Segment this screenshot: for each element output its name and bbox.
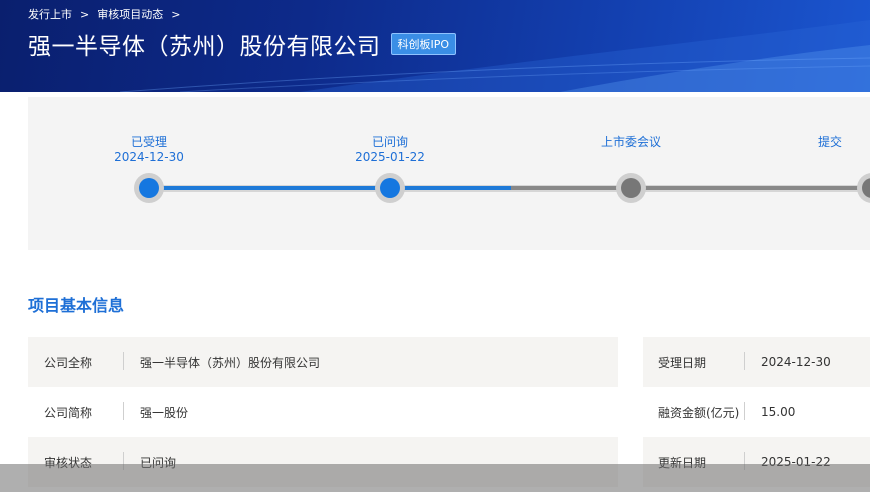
info-key: 公司简称 bbox=[28, 401, 124, 421]
bottom-overlay bbox=[0, 464, 870, 492]
progress-remaining bbox=[511, 186, 870, 190]
stage-1-label: 已受理 2024-12-30 bbox=[89, 135, 209, 165]
info-row: 公司简称 强一股份 bbox=[28, 387, 618, 437]
header-banner: 发行上市 > 审核项目动态 > 强一半导体（苏州）股份有限公司 科创板IPO bbox=[0, 0, 870, 92]
info-value: 强一半导体（苏州）股份有限公司 bbox=[140, 355, 321, 370]
breadcrumb-separator-icon: > bbox=[171, 7, 181, 21]
info-row: 公司全称 强一半导体（苏州）股份有限公司 bbox=[28, 337, 618, 387]
info-value: 15.00 bbox=[761, 405, 796, 419]
stage-3-name: 上市委会议 bbox=[600, 135, 661, 149]
section-title: 项目基本信息 bbox=[28, 296, 125, 315]
stage-1-node bbox=[134, 173, 164, 203]
stage-2-node bbox=[375, 173, 405, 203]
stage-3-label: 上市委会议 bbox=[571, 135, 691, 150]
stage-4-label: 提交 bbox=[812, 135, 870, 150]
info-value: 2024-12-30 bbox=[761, 355, 831, 369]
progress-fill bbox=[149, 186, 511, 190]
breadcrumb-item-listing[interactable]: 发行上市 bbox=[28, 6, 72, 22]
stage-4-node bbox=[857, 173, 870, 203]
title-row: 强一半导体（苏州）股份有限公司 科创板IPO bbox=[28, 27, 457, 61]
stage-3-node bbox=[616, 173, 646, 203]
info-row: 受理日期 2024-12-30 bbox=[643, 337, 870, 387]
stage-2-name: 已问询 bbox=[371, 135, 408, 149]
stage-2-date: 2025-01-22 bbox=[355, 150, 425, 164]
info-key: 公司全称 bbox=[28, 351, 124, 371]
breadcrumb-item-review[interactable]: 审核项目动态 bbox=[97, 6, 163, 22]
breadcrumb: 发行上市 > 审核项目动态 > bbox=[28, 6, 184, 22]
info-key: 受理日期 bbox=[643, 351, 745, 371]
breadcrumb-separator-icon: > bbox=[80, 7, 90, 21]
info-value: 强一股份 bbox=[140, 405, 189, 420]
board-badge: 科创板IPO bbox=[390, 33, 457, 55]
stage-1-date: 2024-12-30 bbox=[114, 150, 184, 164]
page-title: 强一半导体（苏州）股份有限公司 bbox=[28, 34, 381, 60]
info-key: 融资金额(亿元) bbox=[643, 401, 745, 421]
stage-1-name: 已受理 bbox=[130, 135, 167, 149]
review-progress: 已受理 2024-12-30 已问询 2025-01-22 上市委会议 提交 bbox=[28, 97, 870, 250]
stage-2-label: 已问询 2025-01-22 bbox=[330, 135, 450, 165]
stage-4-name: 提交 bbox=[818, 135, 843, 149]
info-row: 融资金额(亿元) 15.00 bbox=[643, 387, 870, 437]
